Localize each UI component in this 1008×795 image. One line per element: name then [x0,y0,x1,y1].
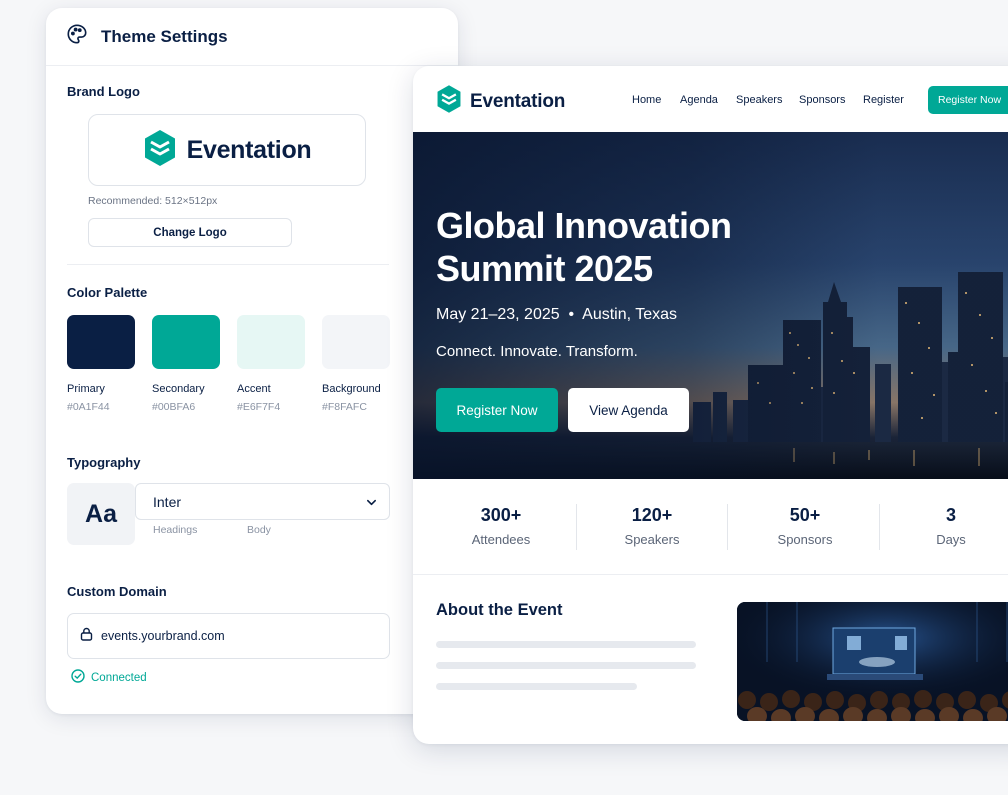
stat-value: 120+ [631,505,673,525]
stat-value: 300+ [480,505,522,525]
stat-divider [727,504,728,550]
divider [67,264,389,265]
stat-speakers: 120+ Speakers [577,505,727,547]
swatch-name-secondary: Secondary [152,383,205,395]
nav-link-sponsors[interactable]: Sponsors [799,94,845,106]
hero-date-location: May 21–23, 2025 • Austin, Texas [436,306,678,323]
typography-label: Typography [67,455,141,470]
swatch-name-background: Background [322,383,381,395]
hero-title: Global Innovation Summit 2025 [436,204,766,290]
stat-sponsors: 50+ Sponsors [730,505,880,547]
stat-label: Sponsors [777,532,833,547]
domain-status-text: Connected [91,671,147,684]
about-title: About the Event [436,601,563,619]
custom-domain-value: events.yourbrand.com [101,629,225,643]
check-circle-icon [71,669,85,686]
headings-label: Headings [153,524,198,536]
swatch-hex-accent: #E6F7F4 [237,401,281,413]
body-label: Body [247,524,271,536]
hexagon-logo-icon [436,84,462,119]
hero-register-button[interactable]: Register Now [436,388,558,432]
nav-link-register[interactable]: Register [863,94,904,106]
nav-link-agenda[interactable]: Agenda [680,94,718,106]
brand-logo-preview: Eventation [88,114,366,186]
primary-swatch[interactable] [67,315,135,369]
nav-register-button[interactable]: Register Now [928,86,1008,114]
stat-value: 50+ [789,505,821,525]
stat-days: 3 Days [876,505,1008,547]
stat-attendees: 300+ Attendees [426,505,576,547]
hero-tagline: Connect. Innovate. Transform. [436,343,638,360]
stat-label: Speakers [624,532,680,547]
lock-icon [80,627,93,646]
font-preview: Aa [67,483,135,545]
swatch-hex-primary: #0A1F44 [67,401,110,413]
view-agenda-button[interactable]: View Agenda [568,388,689,432]
settings-title: Theme Settings [101,26,228,46]
font-select-value: Inter [153,493,182,510]
stat-label: Days [936,532,966,547]
brand-logo-text: Eventation [186,135,312,164]
accent-swatch[interactable] [237,315,305,369]
domain-status: Connected [71,669,147,686]
theme-settings-panel: Theme Settings Brand Logo Eventation Rec… [46,8,458,714]
nav-link-speakers[interactable]: Speakers [736,94,782,106]
swatch-name-primary: Primary [67,383,105,395]
color-palette-label: Color Palette [67,285,148,300]
hero-title-line1: Global Innovation [436,205,732,246]
website-preview: Eventation Home Agenda Speakers Sponsors… [413,66,1008,744]
brand-logo-label: Brand Logo [67,84,140,99]
stat-value: 3 [945,505,956,525]
hexagon-logo-icon [143,129,177,172]
change-logo-button[interactable]: Change Logo [88,218,292,247]
palette-icon [66,23,88,50]
nav-link-home[interactable]: Home [632,94,661,106]
logo-recommendation: Recommended: 512×512px [88,195,218,207]
text-placeholder-line [436,683,637,690]
text-placeholder-line [436,662,696,669]
hero-section: Global Innovation Summit 2025 May 21–23,… [413,132,1008,479]
settings-header: Theme Settings [46,8,458,66]
stats-bar: 300+ Attendees 120+ Speakers 50+ Sponsor… [413,479,1008,575]
custom-domain-label: Custom Domain [67,584,167,599]
preview-logo[interactable]: Eventation [436,84,565,119]
conference-stage-image [737,602,1008,721]
secondary-swatch[interactable] [152,315,220,369]
hero-title-line2: Summit 2025 [436,248,653,289]
swatch-hex-secondary: #00BFA6 [152,401,196,413]
background-swatch[interactable] [322,315,390,369]
font-select[interactable]: Inter [135,483,390,520]
preview-brand-text: Eventation [470,90,566,112]
swatch-hex-background: #F8FAFC [322,401,367,413]
preview-navbar: Eventation Home Agenda Speakers Sponsors… [413,66,1008,132]
text-placeholder-line [436,641,696,648]
custom-domain-input[interactable]: events.yourbrand.com [67,613,390,659]
stat-label: Attendees [471,532,531,547]
swatch-name-accent: Accent [237,383,271,395]
